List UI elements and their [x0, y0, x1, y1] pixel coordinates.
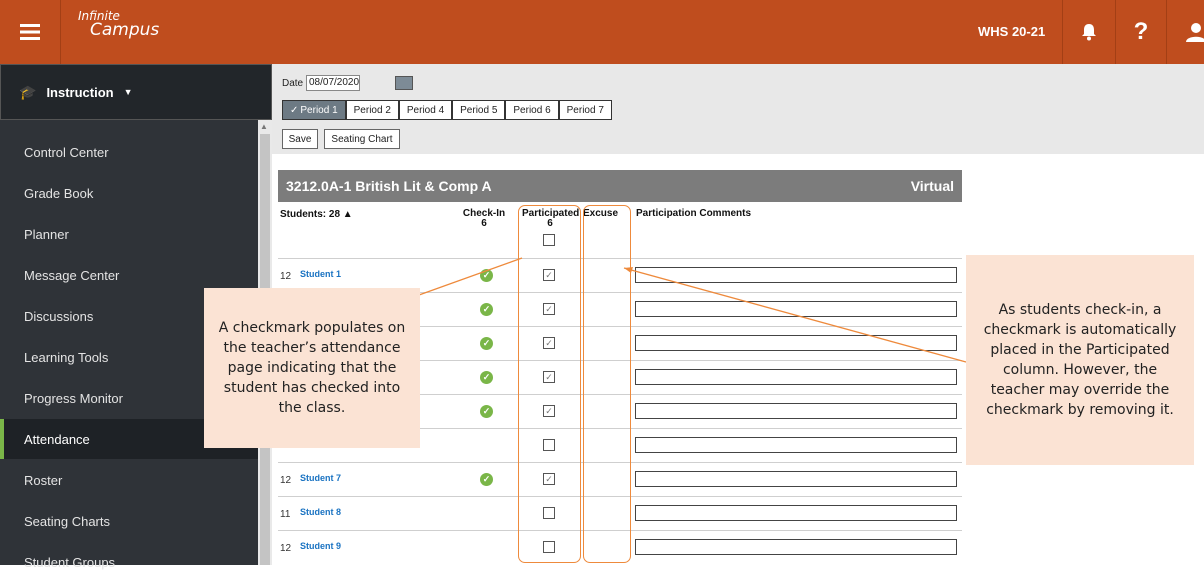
arrowhead-icon: [624, 267, 633, 273]
left-callout: A checkmark populates on the teacher’s a…: [204, 288, 420, 448]
left-connector-line: [418, 257, 523, 296]
right-callout: As students check-in, a checkmark is aut…: [966, 255, 1194, 465]
right-connector-line: [623, 267, 967, 363]
